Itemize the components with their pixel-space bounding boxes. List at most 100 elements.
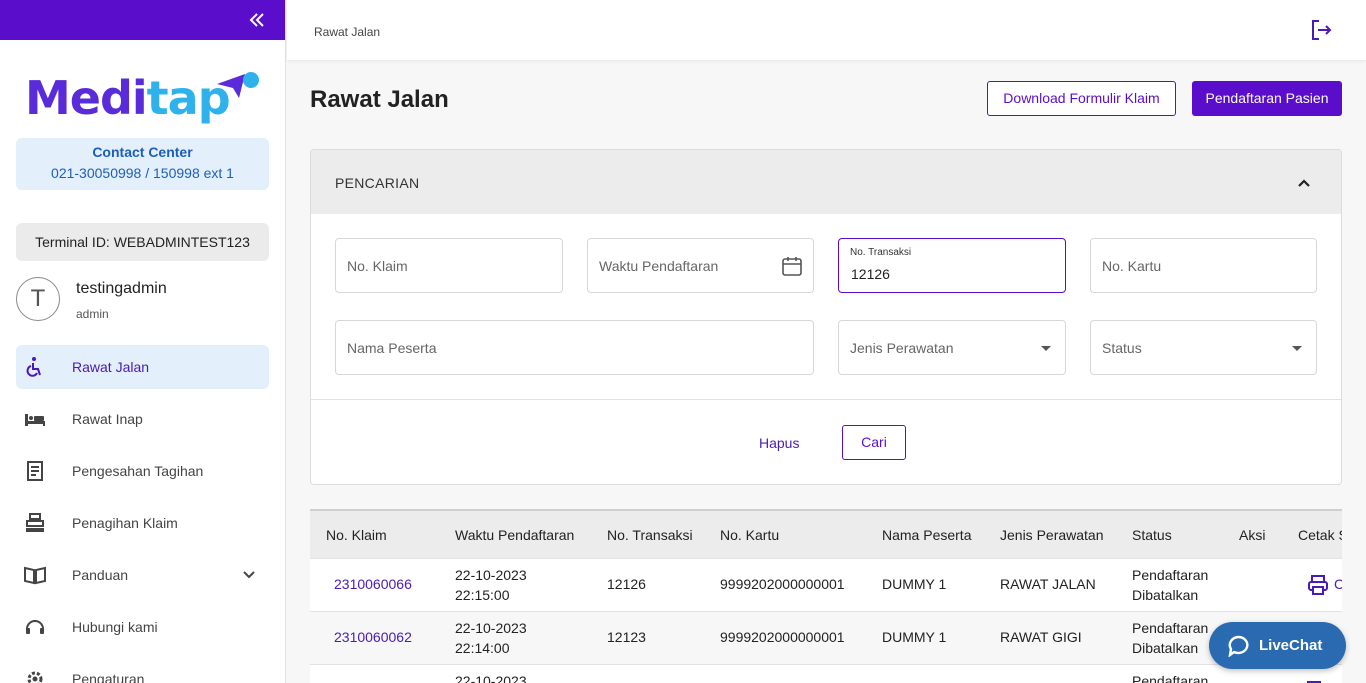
- download-claim-form-button[interactable]: Download Formulir Klaim: [987, 81, 1176, 116]
- registration-date: 22-10-2023 22:14:00: [455, 620, 527, 656]
- cash-register-icon: [26, 513, 44, 532]
- sidebar-item-panduan[interactable]: Panduan: [16, 553, 269, 597]
- no-transaksi-input[interactable]: No. Transaksi 12126: [838, 238, 1066, 293]
- double-chevron-left-icon[interactable]: [247, 10, 267, 30]
- table-row: 22-10-2023 Pendaftaran: [310, 664, 1342, 683]
- table-header: No. Klaim Waktu Pendaftaran No. Transaks…: [310, 511, 1342, 558]
- headset-icon: [26, 620, 44, 634]
- chevron-up-icon[interactable]: [1295, 174, 1313, 192]
- table-row: 2310060062 22-10-2023 22:14:00 12123 9999…: [310, 611, 1342, 664]
- user-profile: T testingadmin admin: [16, 277, 269, 323]
- sidebar-item-pengaturan[interactable]: Pengaturan: [16, 657, 269, 683]
- status-text: Pendaftaran Dibatalkan: [1132, 567, 1209, 603]
- sidebar: Meditap Contact Center 021-30050998 / 15…: [0, 0, 286, 683]
- contact-center-phone[interactable]: 021-30050998 / 150998 ext 1: [16, 165, 269, 181]
- chat-bubble-icon: [1228, 635, 1249, 657]
- registration-date: 22-10-2023 22:15:00: [455, 567, 527, 603]
- column-header[interactable]: No. Kartu: [720, 527, 779, 543]
- column-header[interactable]: Jenis Perawatan: [1000, 527, 1104, 543]
- livechat-button[interactable]: LiveChat: [1209, 622, 1346, 669]
- receipt-icon: [27, 461, 43, 481]
- chevron-down-icon[interactable]: [241, 567, 257, 583]
- no-transaksi-label: No. Transaksi: [850, 247, 912, 258]
- column-header: Cetak S: [1298, 527, 1342, 543]
- sidebar-item-label: Rawat Inap: [72, 411, 143, 427]
- panel-divider: [311, 399, 1341, 400]
- column-header[interactable]: Status: [1132, 527, 1172, 543]
- column-header[interactable]: Nama Peserta: [882, 527, 971, 543]
- sidebar-item-label: Pengesahan Tagihan: [72, 463, 204, 479]
- terminal-id: Terminal ID: WEBADMINTEST123: [16, 223, 269, 261]
- care-type: RAWAT JALAN: [1000, 576, 1096, 592]
- status-text: Pendaftaran Dibatalkan: [1132, 620, 1209, 656]
- registration-date: 22-10-2023: [455, 673, 527, 683]
- no-kartu-placeholder: No. Kartu: [1102, 258, 1162, 274]
- page-title: Rawat Jalan: [310, 86, 449, 113]
- livechat-label: LiveChat: [1259, 637, 1323, 654]
- sidebar-top-bar: [0, 0, 285, 40]
- participant-name: DUMMY 1: [882, 629, 947, 645]
- dropdown-caret-icon: [1041, 346, 1051, 351]
- status-select[interactable]: Status: [1090, 320, 1317, 375]
- table-row: 2310060066 22-10-2023 22:15:00 12126 9999…: [310, 558, 1342, 611]
- sidebar-item-pengesahan-tagihan[interactable]: Pengesahan Tagihan: [16, 449, 269, 493]
- sidebar-item-rawat-inap[interactable]: Rawat Inap: [16, 397, 269, 441]
- card-number: 9999202000000001: [720, 576, 845, 592]
- logo-text-medi: Medi: [25, 71, 148, 125]
- sidebar-item-label: Hubungi kami: [72, 619, 158, 635]
- sidebar-item-label: Pengaturan: [72, 671, 145, 683]
- transaction-number: 12123: [607, 629, 646, 645]
- wheelchair-icon: [26, 357, 41, 377]
- column-header[interactable]: No. Transaksi: [607, 527, 693, 543]
- dropdown-caret-icon: [1292, 346, 1302, 351]
- print-icon[interactable]: [1307, 574, 1329, 596]
- no-kartu-input[interactable]: No. Kartu: [1090, 238, 1317, 293]
- column-header: Aksi: [1239, 527, 1266, 543]
- search-button[interactable]: Cari: [842, 425, 906, 460]
- sidebar-item-hubungi-kami[interactable]: Hubungi kami: [16, 605, 269, 649]
- search-panel-header[interactable]: PENCARIAN: [311, 150, 1341, 214]
- user-name: testingadmin: [76, 280, 167, 297]
- sidebar-item-penagihan-klaim[interactable]: Penagihan Klaim: [16, 501, 269, 545]
- claim-number-link[interactable]: 2310060066: [334, 576, 412, 592]
- calendar-icon[interactable]: [780, 254, 804, 278]
- jenis-perawatan-select[interactable]: Jenis Perawatan: [838, 320, 1066, 375]
- column-header[interactable]: No. Klaim: [326, 527, 387, 543]
- status-placeholder: Status: [1102, 340, 1142, 356]
- breadcrumb: Rawat Jalan: [314, 25, 381, 39]
- claim-number-link[interactable]: 2310060062: [334, 629, 412, 645]
- avatar: T: [16, 277, 60, 321]
- nama-peserta-placeholder: Nama Peserta: [347, 340, 437, 356]
- no-klaim-input[interactable]: No. Klaim: [335, 238, 563, 293]
- column-header[interactable]: Waktu Pendaftaran: [455, 527, 574, 543]
- nama-peserta-input[interactable]: Nama Peserta: [335, 320, 814, 375]
- sidebar-item-rawat-jalan[interactable]: Rawat Jalan: [16, 345, 269, 389]
- print-label[interactable]: C: [1334, 576, 1342, 592]
- waktu-pendaftaran-placeholder: Waktu Pendaftaran: [599, 258, 719, 274]
- no-transaksi-value: 12126: [851, 266, 890, 282]
- waktu-pendaftaran-input[interactable]: Waktu Pendaftaran: [587, 238, 814, 293]
- sidebar-item-label: Rawat Jalan: [72, 359, 150, 375]
- card-number: 9999202000000001: [720, 629, 845, 645]
- participant-name: DUMMY 1: [882, 576, 947, 592]
- logout-icon[interactable]: [1309, 18, 1333, 42]
- clear-button[interactable]: Hapus: [759, 435, 799, 451]
- sidebar-item-label: Penagihan Klaim: [72, 515, 178, 531]
- care-type: RAWAT GIGI: [1000, 629, 1082, 645]
- top-bar: Rawat Jalan: [287, 0, 1366, 60]
- search-panel: PENCARIAN No. Klaim Waktu Pendaftaran No…: [310, 149, 1342, 485]
- status-text: Pendaftaran: [1132, 673, 1209, 683]
- contact-center-box: Contact Center 021-30050998 / 150998 ext…: [16, 138, 269, 190]
- meditap-logo: Meditap: [25, 70, 265, 126]
- claims-table: No. Klaim Waktu Pendaftaran No. Transaks…: [310, 509, 1342, 683]
- contact-center-title: Contact Center: [92, 144, 193, 160]
- register-patient-button[interactable]: Pendaftaran Pasien: [1192, 81, 1342, 116]
- sidebar-nav: Rawat Jalan Rawat Inap Pengesahan Tagiha…: [16, 345, 269, 683]
- gear-icon: [27, 671, 43, 683]
- transaction-number: 12126: [607, 576, 646, 592]
- bed-icon: [25, 414, 45, 426]
- user-role: admin: [76, 307, 109, 321]
- search-panel-title: PENCARIAN: [335, 175, 420, 191]
- no-klaim-placeholder: No. Klaim: [347, 258, 408, 274]
- sidebar-item-label: Panduan: [72, 567, 129, 583]
